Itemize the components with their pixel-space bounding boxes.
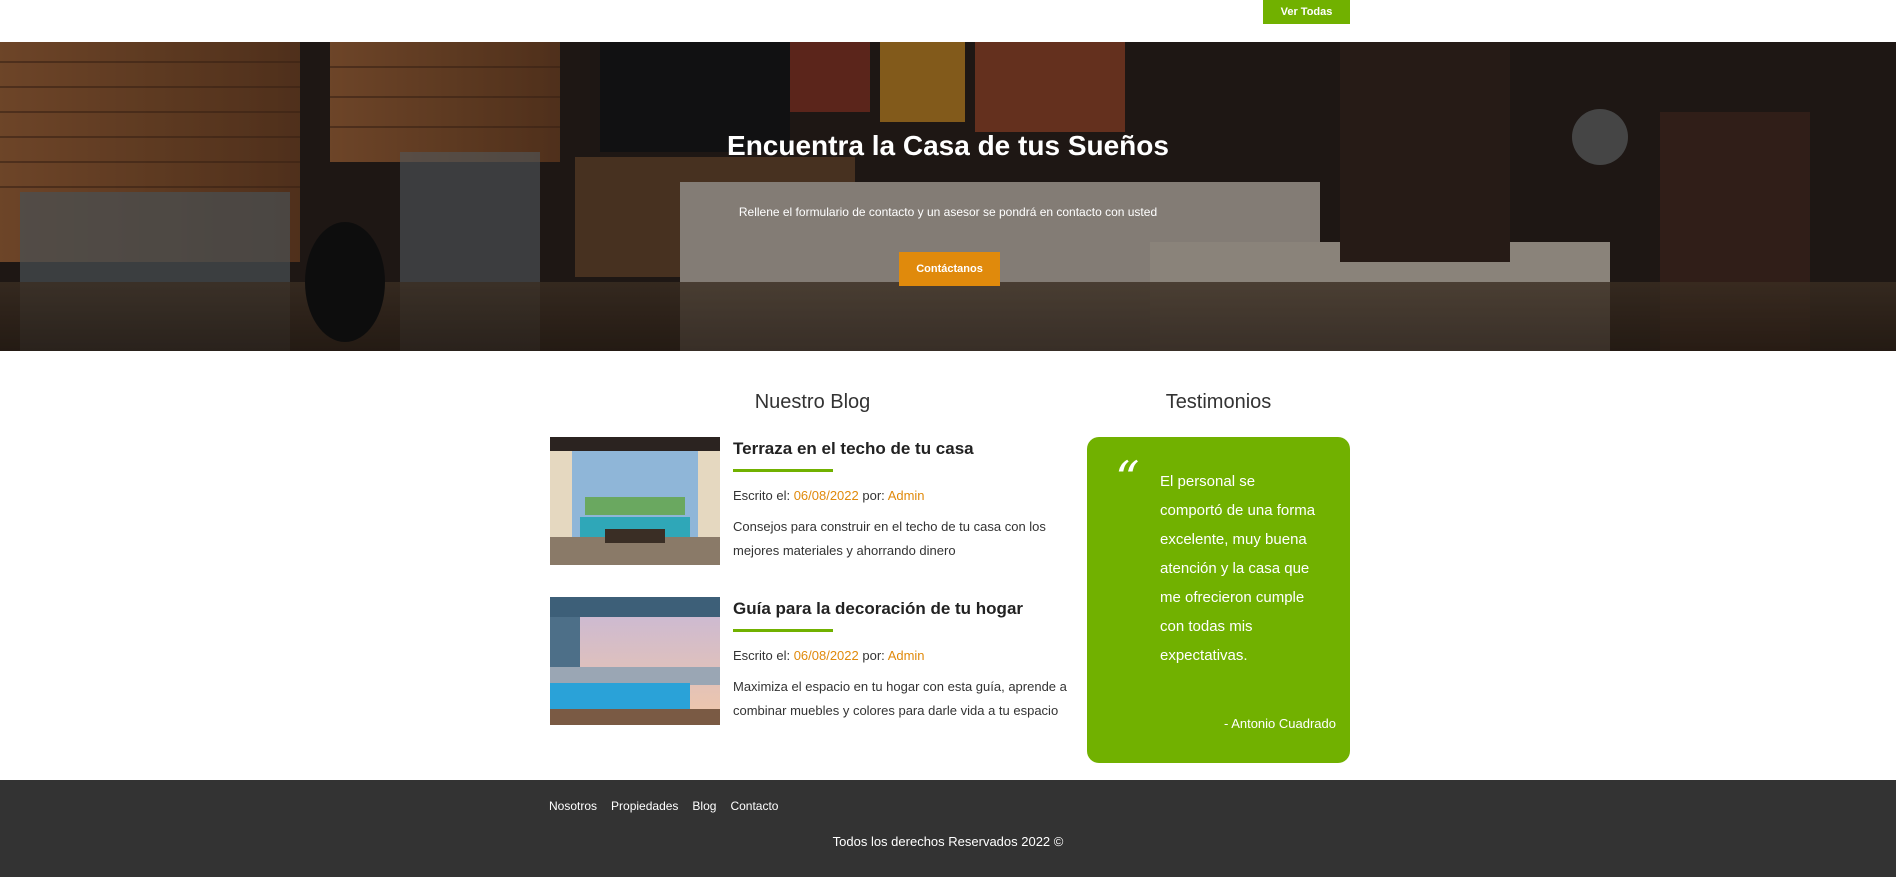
post-date: 06/08/2022 [793,488,859,503]
post-title[interactable]: Guía para la decoración de tu hogar [733,597,1078,621]
blog-section-title: Nuestro Blog [754,391,871,413]
testimonials-section-title: Testimonios [1165,391,1272,413]
contact-button[interactable]: Contáctanos [899,252,1000,286]
post-description: Maximiza el espacio en tu hogar con esta… [733,679,1067,718]
post-by-label: por: [858,488,888,503]
post-author: Admin [887,648,925,663]
quote-icon: “ [1115,451,1140,507]
footer-link-blog[interactable]: Blog [692,799,716,813]
ver-todas-button[interactable]: Ver Todas [1263,0,1350,24]
footer-link-contacto[interactable]: Contacto [730,799,778,813]
post-author: Admin [887,488,925,503]
post-date: 06/08/2022 [793,648,859,663]
blog-post[interactable]: Terraza en el techo de tu casa Escrito e… [550,437,1080,567]
post-meta-label: Escrito el: [733,648,794,663]
post-meta: Escrito el: 06/08/2022 por: Admin [733,488,1078,503]
hero-subtitle: Rellene el formulario de contacto y un a… [738,205,1158,219]
post-title-underline [733,469,833,472]
post-meta-label: Escrito el: [733,488,794,503]
hero-overlay [0,42,1896,351]
testimonial-card: “ El personal se comportó de una forma e… [1087,437,1350,763]
post-description: Consejos para construir en el techo de t… [733,519,1046,558]
testimonial-author: - Antonio Cuadrado [1223,716,1336,731]
site-footer: Nosotros Propiedades Blog Contacto Todos… [0,780,1896,877]
testimonial-quote: El personal se comportó de una forma exc… [1160,473,1316,664]
footer-nav: Nosotros Propiedades Blog Contacto [549,799,778,813]
copyright-text: Todos los derechos Reservados 2022 © [832,834,1064,849]
footer-link-nosotros[interactable]: Nosotros [549,799,597,813]
post-by-label: por: [858,648,888,663]
blog-post[interactable]: Guía para la decoración de tu hogar Escr… [550,597,1080,727]
post-title[interactable]: Terraza en el techo de tu casa [733,437,1078,461]
rooftop-terrace-image[interactable] [550,437,720,565]
footer-link-propiedades[interactable]: Propiedades [611,799,678,813]
post-title-underline [733,629,833,632]
post-meta: Escrito el: 06/08/2022 por: Admin [733,648,1078,663]
top-strip: Ver Todas [0,0,1896,42]
home-decoration-image[interactable] [550,597,720,725]
hero-banner: Encuentra la Casa de tus Sueños Rellene … [0,42,1896,351]
hero-title: Encuentra la Casa de tus Sueños [727,130,1169,161]
